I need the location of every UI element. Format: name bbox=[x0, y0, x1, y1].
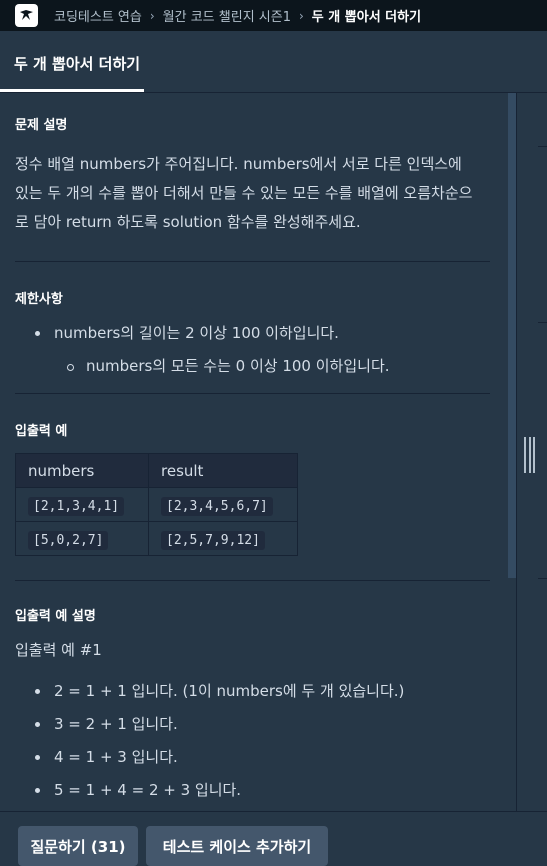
table-header-row: numbers result bbox=[15, 453, 298, 488]
chevron-right-icon: › bbox=[298, 8, 304, 23]
io-example-subtitle: 입출력 예 #1 bbox=[15, 641, 102, 659]
section-title-problem: 문제 설명 bbox=[15, 118, 68, 133]
section-title-io-example: 입출력 예 bbox=[15, 424, 68, 439]
explanation-item: 5 = 1 + 4 = 2 + 3 입니다. bbox=[35, 779, 490, 801]
code-value: [2,5,7,9,12] bbox=[161, 530, 265, 550]
handle-grip bbox=[533, 437, 535, 473]
programmers-logo-icon[interactable] bbox=[15, 4, 38, 27]
handle-grip bbox=[528, 437, 531, 473]
column-header-result: result bbox=[148, 453, 298, 488]
problem-description-panel: 문제 설명 정수 배열 numbers가 주어집니다. numbers에서 서로… bbox=[0, 93, 505, 811]
constraint-item: numbers의 길이는 2 이상 100 이하입니다. bbox=[35, 322, 490, 344]
add-testcase-button[interactable]: 테스트 케이스 추가하기 bbox=[146, 826, 328, 866]
bottom-action-bar: 질문하기 (31) 테스트 케이스 추가하기 bbox=[0, 811, 547, 866]
column-header-numbers: numbers bbox=[15, 453, 149, 488]
content-scrollbar[interactable] bbox=[508, 93, 516, 578]
code-value: [5,0,2,7] bbox=[28, 530, 109, 550]
explanation-item: 4 = 1 + 3 입니다. bbox=[35, 746, 490, 768]
tab-problem[interactable]: 두 개 뽑아서 더하기 bbox=[14, 53, 140, 74]
panel-resize-handle[interactable] bbox=[524, 437, 535, 473]
table-cell: [2,1,3,4,1] bbox=[15, 487, 149, 522]
table-cell: [2,3,4,5,6,7] bbox=[148, 487, 298, 522]
question-button[interactable]: 질문하기 (31) bbox=[18, 826, 138, 866]
chevron-right-icon: › bbox=[149, 8, 155, 23]
table-row: [5,0,2,7] [2,5,7,9,12] bbox=[15, 521, 298, 556]
problem-line: 있는 두 개의 수를 뽑아 더해서 만들 수 있는 모든 수를 배열에 오름차순… bbox=[15, 184, 473, 202]
tab-active-indicator bbox=[0, 89, 144, 92]
explanation-item: 3 = 2 + 1 입니다. bbox=[35, 713, 490, 735]
code-value: [2,3,4,5,6,7] bbox=[161, 496, 273, 516]
divider bbox=[538, 322, 547, 323]
problem-line: 정수 배열 numbers가 주어집니다. numbers에서 서로 다른 인덱… bbox=[15, 155, 462, 173]
table-row: [2,1,3,4,1] [2,3,4,5,6,7] bbox=[15, 487, 298, 522]
table-cell: [5,0,2,7] bbox=[15, 521, 149, 556]
divider bbox=[538, 146, 547, 147]
table-cell: [2,5,7,9,12] bbox=[148, 521, 298, 556]
tab-bar: 두 개 뽑아서 더하기 bbox=[0, 31, 547, 93]
section-title-constraints: 제한사항 bbox=[15, 292, 63, 307]
breadcrumb-coding-test[interactable]: 코딩테스트 연습 bbox=[54, 6, 142, 25]
code-value: [2,1,3,4,1] bbox=[28, 496, 125, 516]
section-title-io-explanation: 입출력 예 설명 bbox=[15, 609, 96, 624]
constraint-subitem: numbers의 모든 수는 0 이상 100 이하입니다. bbox=[67, 355, 490, 377]
io-example-table: numbers result [2,1,3,4,1] [2,3,4,5,6,7]… bbox=[15, 453, 298, 556]
problem-text: 정수 배열 numbers가 주어집니다. numbers에서 서로 다른 인덱… bbox=[15, 150, 490, 237]
top-navigation-bar: 코딩테스트 연습 › 월간 코드 챌린지 시즌1 › 두 개 뽑아서 더하기 bbox=[0, 0, 547, 31]
breadcrumb-current: 두 개 뽑아서 더하기 bbox=[311, 10, 422, 25]
explanation-item: 2 = 1 + 1 입니다. (1이 numbers에 두 개 있습니다.) bbox=[35, 680, 490, 702]
problem-line: 로 담아 return 하도록 solution 함수를 완성해주세요. bbox=[15, 213, 361, 231]
breadcrumb-challenge[interactable]: 월간 코드 챌린지 시즌1 bbox=[163, 6, 291, 25]
divider bbox=[538, 578, 547, 579]
handle-grip bbox=[524, 437, 526, 473]
